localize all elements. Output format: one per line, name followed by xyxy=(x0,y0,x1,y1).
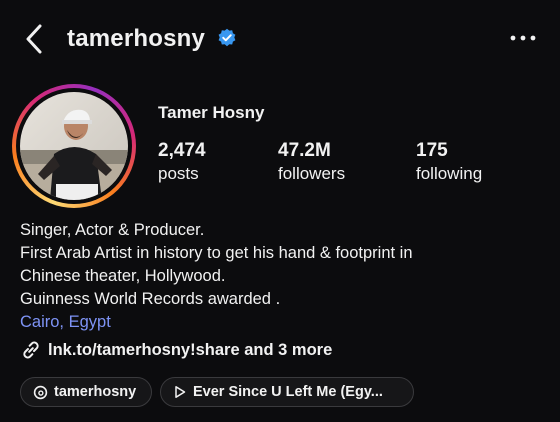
stat-posts[interactable]: 2,474 posts xyxy=(158,140,206,184)
external-link[interactable]: lnk.to/tamerhosny!share and 3 more xyxy=(20,338,332,362)
stat-label: following xyxy=(416,164,483,183)
stat-value: 47.2M xyxy=(278,140,331,161)
location-link[interactable]: Cairo, Egypt xyxy=(20,311,550,334)
display-name: Tamer Hosny xyxy=(158,103,265,122)
stat-followers[interactable]: 47.2M followers xyxy=(278,140,345,184)
threads-icon xyxy=(33,385,48,399)
bio-line: Singer, Actor & Producer. xyxy=(20,221,205,239)
music-chip-label: Ever Since U Left Me (Egy... xyxy=(193,384,383,400)
back-button[interactable] xyxy=(20,22,50,56)
more-options-button[interactable] xyxy=(506,28,540,48)
bio-line: First Arab Artist in history to get his … xyxy=(20,244,413,262)
verified-badge-icon xyxy=(217,28,237,48)
bio-line: Chinese theater, Hollywood. xyxy=(20,267,226,285)
stat-value: 2,474 xyxy=(158,140,206,161)
stat-following[interactable]: 175 following xyxy=(416,140,482,184)
threads-chip-label: tamerhosny xyxy=(54,384,137,400)
profile-bio: Singer, Actor & Producer. First Arab Art… xyxy=(20,219,550,334)
chevron-left-icon xyxy=(26,24,42,54)
stat-label: followers xyxy=(278,164,346,183)
profile-username: tamerhosny xyxy=(67,25,206,52)
avatar xyxy=(20,92,128,200)
story-ring[interactable] xyxy=(12,84,136,208)
more-dots-icon xyxy=(510,35,536,41)
music-chip[interactable]: Ever Since U Left Me (Egy... xyxy=(160,377,414,407)
stat-value: 175 xyxy=(416,140,448,161)
play-icon xyxy=(175,386,186,398)
bio-line: Guinness World Records awarded . xyxy=(20,290,281,308)
stat-label: posts xyxy=(158,164,199,183)
threads-chip[interactable]: tamerhosny xyxy=(20,377,152,407)
external-link-text: lnk.to/tamerhosny!share and 3 more xyxy=(48,340,333,359)
top-bar: tamerhosny xyxy=(0,0,560,78)
link-icon xyxy=(23,341,39,359)
